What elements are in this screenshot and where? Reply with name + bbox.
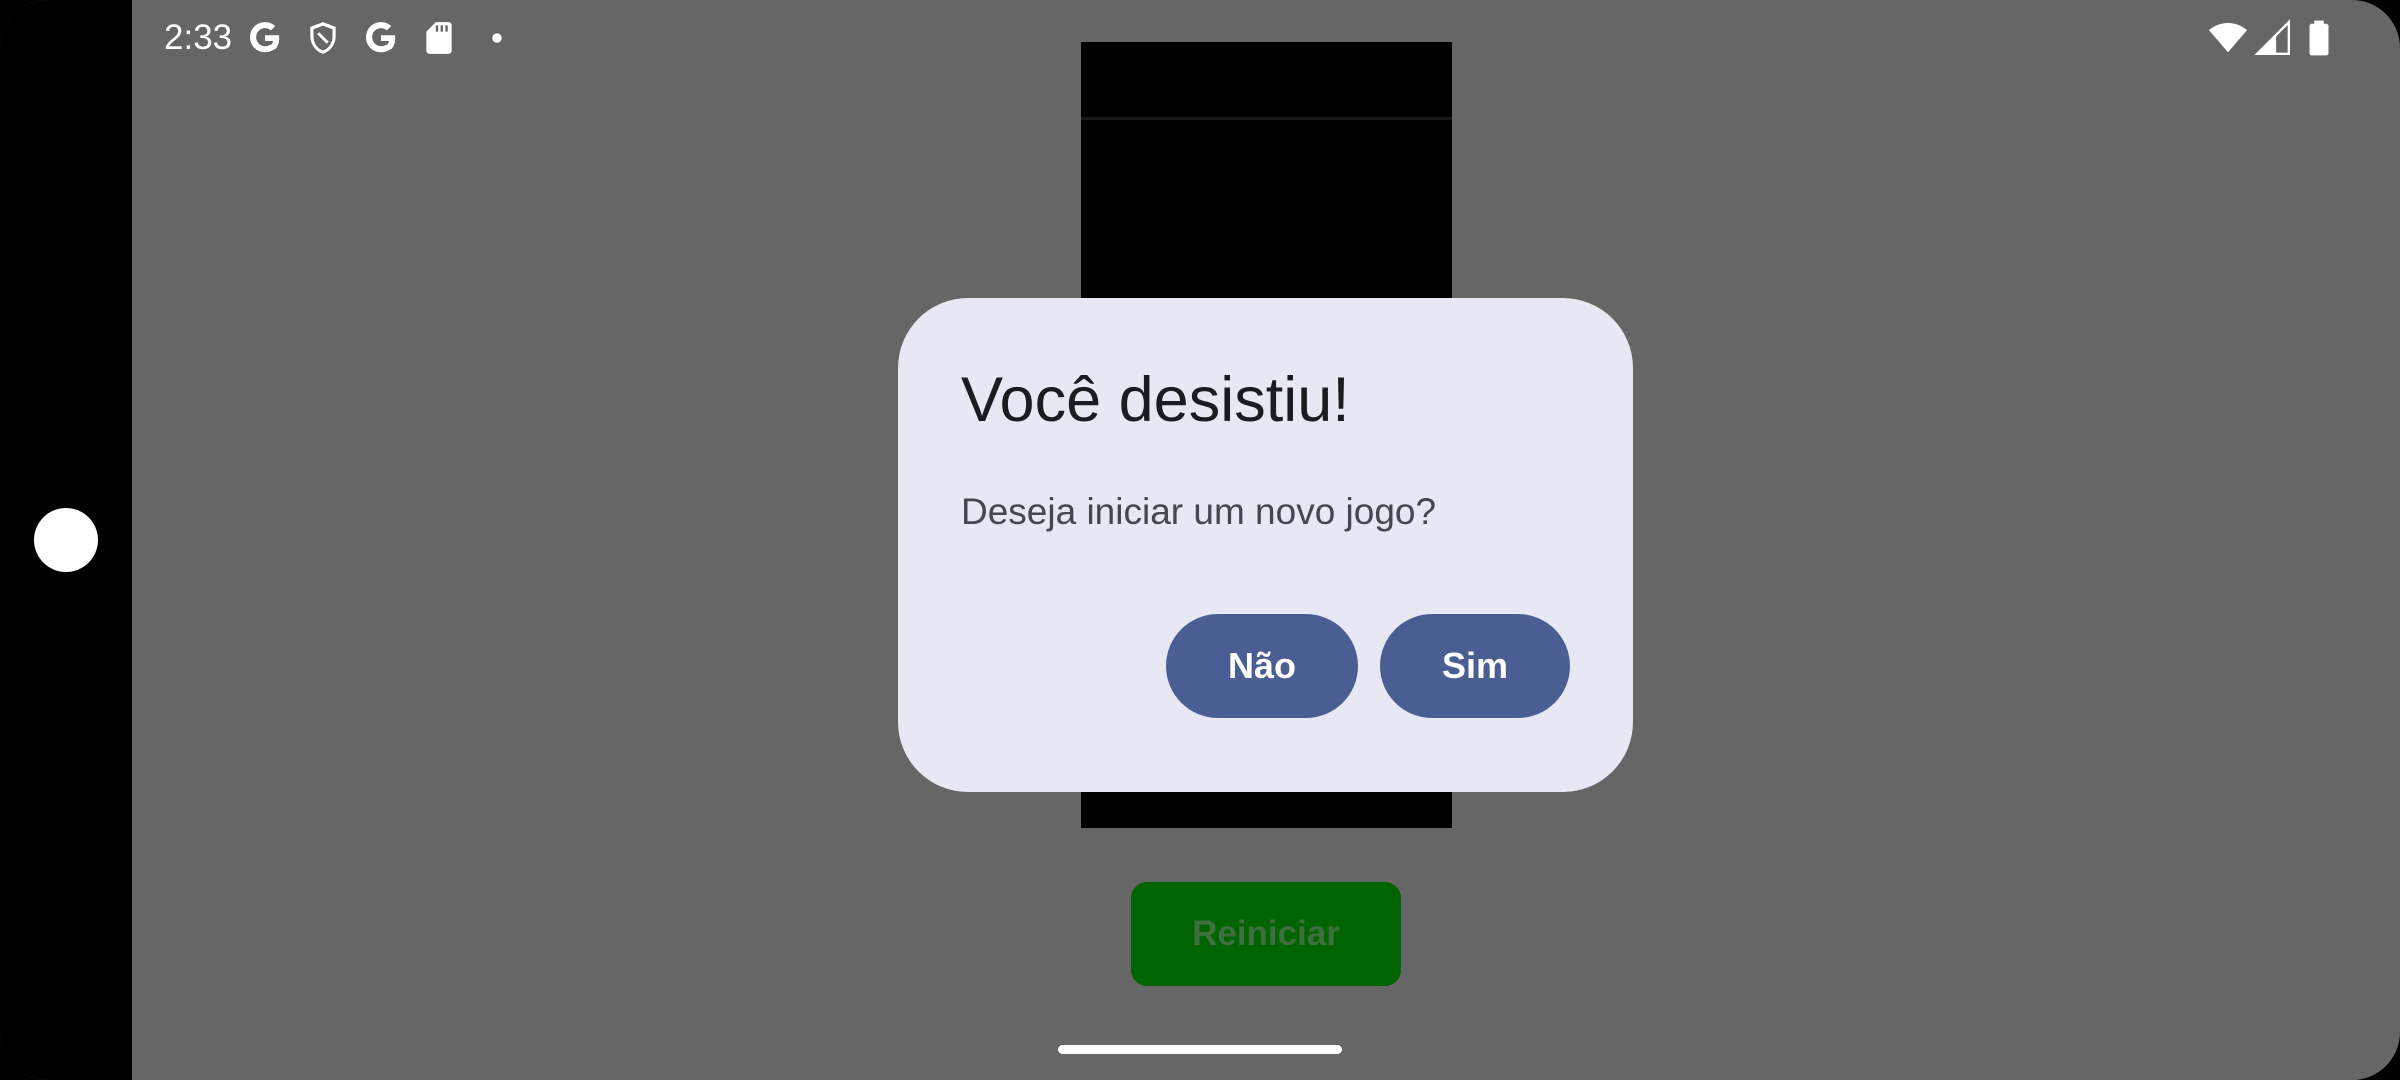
home-indicator[interactable] <box>1058 1045 1342 1054</box>
status-icons-right <box>2208 19 2338 57</box>
google-g-icon <box>246 19 284 57</box>
camera-cutout-bar <box>0 0 132 1080</box>
yes-button[interactable]: Sim <box>1380 614 1570 718</box>
shield-icon <box>304 19 342 57</box>
dialog-message: Deseja iniciar um novo jogo? <box>961 491 1437 532</box>
dialog-title: Você desistiu! <box>961 365 1350 435</box>
notification-dot-icon <box>478 19 516 57</box>
wifi-icon <box>2208 19 2247 57</box>
google-g-icon <box>362 19 400 57</box>
camera-dot <box>34 508 98 572</box>
no-button[interactable]: Não <box>1166 614 1358 718</box>
board-divider <box>1081 117 1452 120</box>
status-clock: 2:33 <box>164 18 233 57</box>
battery-icon <box>2300 19 2338 57</box>
sd-card-icon <box>420 19 458 57</box>
give-up-dialog: Você desistiu! Deseja iniciar um novo jo… <box>898 298 1633 792</box>
cell-signal-icon <box>2254 19 2292 57</box>
restart-button[interactable]: Reiniciar <box>1131 882 1401 986</box>
app-screen: 2:33 Reiniciar Você desistiu! Deseja ini… <box>0 0 2400 1080</box>
